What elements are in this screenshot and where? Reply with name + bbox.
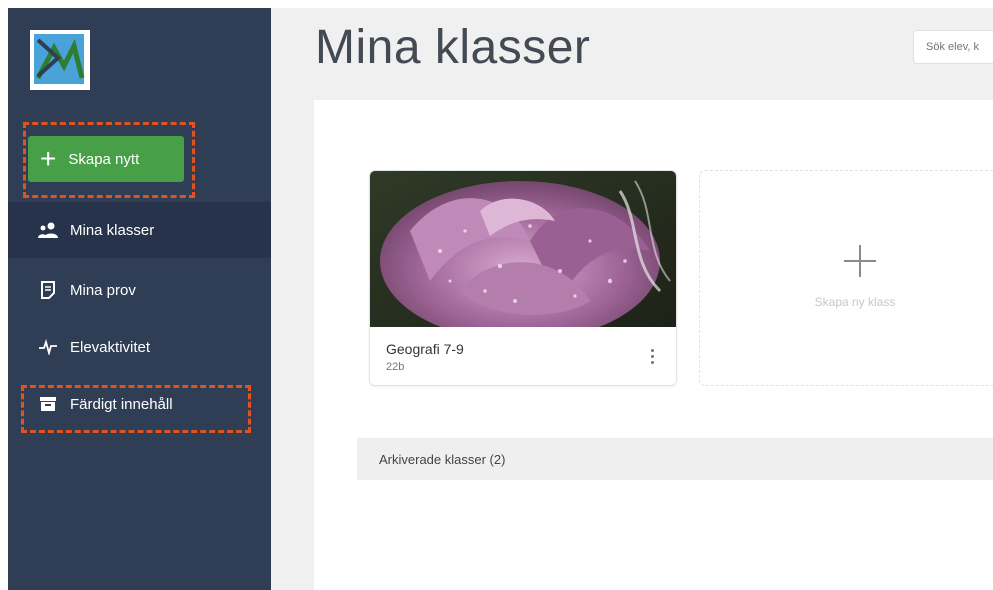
class-cover-image	[370, 171, 676, 327]
users-icon	[38, 220, 58, 240]
document-icon	[38, 280, 58, 300]
search-input[interactable]	[913, 30, 993, 64]
archived-classes-row[interactable]: Arkiverade klasser (2)	[357, 438, 993, 480]
sidebar-item-mina-prov[interactable]: Mina prov	[8, 262, 271, 318]
class-subtitle: 22b	[386, 361, 405, 373]
plus-icon	[844, 245, 876, 277]
sidebar-item-elevaktivitet[interactable]: Elevaktivitet	[8, 319, 271, 375]
class-card[interactable]: Geografi 7-9 22b	[369, 170, 677, 386]
app-logo-icon[interactable]	[28, 28, 92, 92]
archived-classes-label: Arkiverade klasser (2)	[379, 451, 506, 467]
create-class-card[interactable]: Skapa ny klass	[699, 170, 993, 386]
sidebar-item-mina-klasser[interactable]: Mina klasser	[8, 202, 271, 258]
more-options-icon[interactable]	[642, 345, 662, 367]
classes-panel: Geografi 7-9 22b Skapa ny klass Arkivera…	[314, 100, 993, 590]
page-title: Mina klasser	[315, 21, 591, 74]
create-new-label: Skapa nytt	[68, 150, 140, 168]
archive-box-icon	[38, 394, 58, 414]
sidebar: + Skapa nytt Mina klasser Mina prov Elev…	[8, 8, 271, 590]
create-class-label: Skapa ny klass	[814, 295, 896, 309]
sidebar-item-label: Mina klasser	[70, 221, 155, 239]
activity-icon	[38, 337, 58, 357]
create-new-button[interactable]: + Skapa nytt	[28, 136, 184, 182]
sidebar-item-label: Färdigt innehåll	[70, 395, 173, 413]
sidebar-item-label: Mina prov	[70, 281, 136, 299]
sidebar-item-fardigt-innehall[interactable]: Färdigt innehåll	[8, 376, 271, 432]
class-name: Geografi 7-9	[386, 341, 464, 357]
main-area: Mina klasser Sök elev, k Geografi 7-9 22…	[271, 8, 993, 590]
sidebar-item-label: Elevaktivitet	[70, 338, 151, 356]
plus-icon: +	[40, 143, 57, 174]
